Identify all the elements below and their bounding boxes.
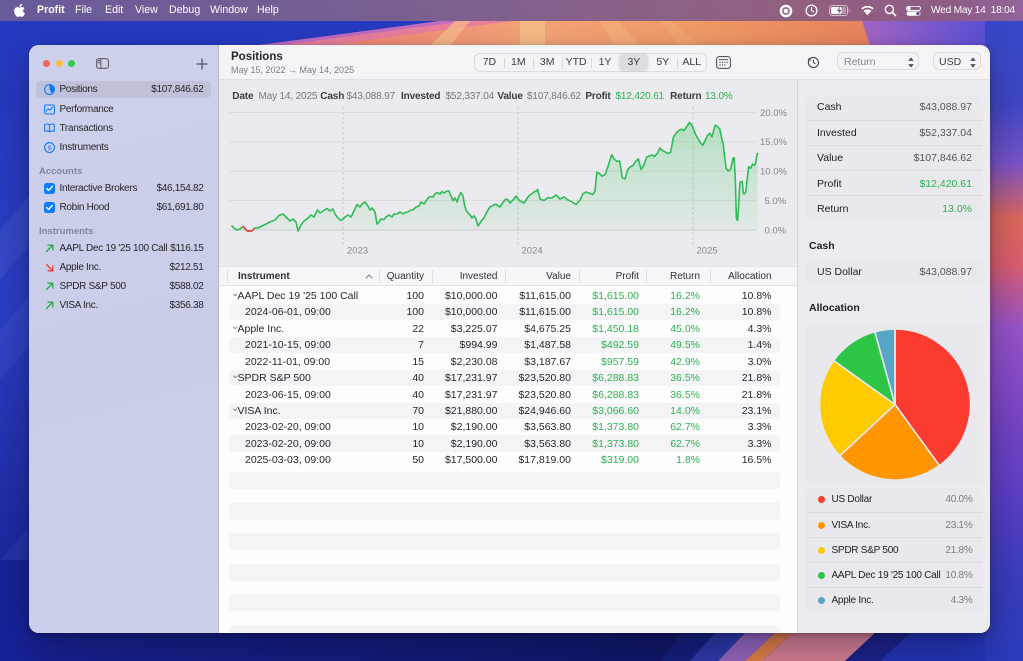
svg-text:0.0%: 0.0% [765,225,787,236]
svg-text:2025: 2025 [697,246,718,257]
svg-text:5.0%: 5.0% [765,196,787,207]
svg-text:$: $ [47,145,51,152]
svg-text:20.0%: 20.0% [760,108,787,119]
svg-text:2023: 2023 [347,246,368,257]
svg-text:15.0%: 15.0% [760,137,787,148]
svg-text:2024: 2024 [522,246,543,257]
svg-text:10.0%: 10.0% [760,167,787,178]
